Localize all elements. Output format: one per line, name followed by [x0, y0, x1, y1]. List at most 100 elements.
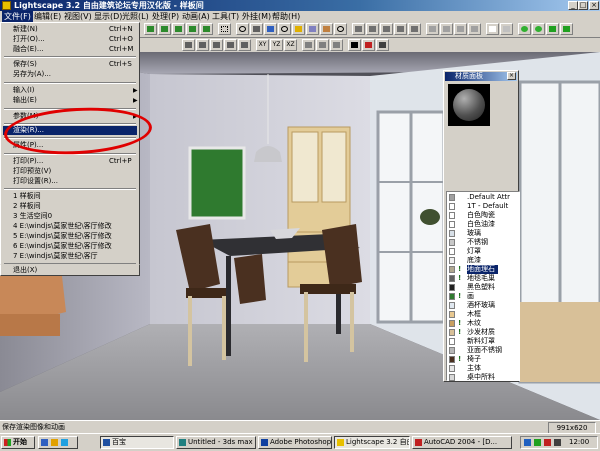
material-item[interactable]: 亚面不锈钢	[448, 346, 518, 355]
materials-panel-titlebar[interactable]: 材质面板 ×	[445, 72, 517, 81]
menu-animation[interactable]: 动画(A)	[180, 11, 212, 22]
menu-item-save[interactable]: 保存(S) Ctrl+S	[3, 60, 137, 69]
align-icon[interactable]	[316, 39, 329, 51]
recent-file-item[interactable]: 7 E:\windjs\莫家世纪\客厅	[3, 252, 137, 261]
green-sphere-icon[interactable]	[518, 23, 531, 35]
task-button[interactable]: Lightscape 3.2 自由...	[334, 436, 410, 449]
task-button[interactable]: 百宝	[100, 436, 174, 449]
zoom-window-icon[interactable]	[278, 23, 291, 35]
scene-tool-icon[interactable]	[320, 23, 333, 35]
menu-item-save-as[interactable]: 另存为(A)...	[3, 70, 137, 79]
zoom-tool-icon[interactable]	[236, 23, 249, 35]
process-tool-icon[interactable]	[454, 23, 467, 35]
maximize-button[interactable]: □	[578, 1, 588, 10]
camera-icon[interactable]	[376, 39, 389, 51]
menu-item-export[interactable]: 输出(E) ▶	[3, 96, 138, 105]
rotate-icon[interactable]	[210, 39, 223, 51]
menu-item-merge[interactable]: 融合(E)... Ctrl+M	[3, 45, 137, 54]
material-item[interactable]: ! 地毯毛巢	[448, 274, 518, 283]
recent-file-item[interactable]: 5 E:\windjs\莫家世纪\客厅修改	[3, 232, 137, 241]
menu-process[interactable]: 处理(P)	[150, 11, 181, 22]
material-item[interactable]: 桌中所料	[448, 373, 518, 382]
cube-tool-icon[interactable]	[144, 23, 157, 35]
tray-icon[interactable]	[544, 439, 551, 446]
render-tool-icon[interactable]	[380, 23, 393, 35]
cube-tool-icon[interactable]	[172, 23, 185, 35]
render-tool-icon[interactable]	[366, 23, 379, 35]
material-item[interactable]: .Default Attr	[448, 193, 518, 202]
ie-icon[interactable]	[61, 439, 68, 446]
material-item[interactable]: ! 沙发材质	[448, 328, 518, 337]
scene-tool-icon[interactable]	[306, 23, 319, 35]
material-item[interactable]: 白色油漆	[448, 220, 518, 229]
wireframe-icon[interactable]	[486, 23, 499, 35]
pan-tool-icon[interactable]	[250, 23, 263, 35]
material-item[interactable]: 底漆	[448, 256, 518, 265]
menu-plugins[interactable]: 外挂(M)	[240, 11, 273, 22]
cube-tool-icon[interactable]	[200, 23, 213, 35]
recent-file-item[interactable]: 1 样板间	[3, 192, 137, 201]
select-tool-icon[interactable]	[218, 23, 231, 35]
material-item[interactable]: 黑色塑料	[448, 283, 518, 292]
tray-icon[interactable]	[524, 439, 531, 446]
process-tool-icon[interactable]	[468, 23, 481, 35]
green-sphere-icon[interactable]	[532, 23, 545, 35]
walk-icon[interactable]	[348, 39, 361, 51]
menu-tools[interactable]: 工具(T)	[210, 11, 241, 22]
material-item[interactable]: 灯罩	[448, 247, 518, 256]
menu-view[interactable]: 视图(V)	[62, 11, 94, 22]
speaker-icon[interactable]	[554, 439, 561, 446]
cube-tool-icon[interactable]	[186, 23, 199, 35]
task-button[interactable]: Untitled - 3ds max ...	[176, 436, 256, 449]
orbit-tool-icon[interactable]	[264, 23, 277, 35]
close-icon[interactable]: ×	[507, 72, 516, 80]
move-icon[interactable]	[196, 39, 209, 51]
render-tool-icon[interactable]	[352, 23, 365, 35]
tray-icon[interactable]	[534, 439, 541, 446]
material-item[interactable]: 白色陶瓷	[448, 211, 518, 220]
rotate-icon[interactable]	[224, 39, 237, 51]
menu-edit[interactable]: 编辑(E)	[32, 11, 63, 22]
menu-item-new[interactable]: 新建(N) Ctrl+N	[3, 25, 137, 34]
light-tool-icon[interactable]	[292, 23, 305, 35]
green-cube-icon[interactable]	[546, 23, 559, 35]
render-tool-icon[interactable]	[408, 23, 421, 35]
align-icon[interactable]	[302, 39, 315, 51]
process-tool-icon[interactable]	[440, 23, 453, 35]
material-item[interactable]: ! 画	[448, 292, 518, 301]
recent-file-item[interactable]: 3 生活空间0	[3, 212, 137, 221]
material-item[interactable]: 酒杯玻璃	[448, 301, 518, 310]
menu-item-print-setup[interactable]: 打印设置(R)...	[3, 177, 137, 186]
material-item[interactable]: 玻璃	[448, 229, 518, 238]
fly-icon[interactable]	[362, 39, 375, 51]
task-button[interactable]: AutoCAD 2004 - [D...	[412, 436, 512, 449]
view-yz-button[interactable]: YZ	[270, 39, 283, 51]
material-item[interactable]: 新料灯罩	[448, 337, 518, 346]
menu-item-open[interactable]: 打开(O)... Ctrl+O	[3, 35, 137, 44]
view-xy-button[interactable]: XY	[256, 39, 269, 51]
move-icon[interactable]	[182, 39, 195, 51]
view-xz-button[interactable]: XZ	[284, 39, 297, 51]
close-button[interactable]: ×	[589, 1, 599, 10]
task-button[interactable]: Adobe Photoshop	[258, 436, 332, 449]
green-cube-icon[interactable]	[560, 23, 573, 35]
recent-file-item[interactable]: 4 E:\windjs\莫家世纪\客厅修改	[3, 222, 137, 231]
material-item[interactable]: 木框	[448, 310, 518, 319]
recent-file-item[interactable]: 2 样板间	[3, 202, 137, 211]
menu-light[interactable]: 光照(L)	[120, 11, 151, 22]
cube-tool-icon[interactable]	[158, 23, 171, 35]
solid-icon[interactable]	[500, 23, 513, 35]
menu-file[interactable]: 文件(F)	[2, 11, 33, 22]
menu-help[interactable]: 帮助(H)	[270, 11, 302, 22]
material-item[interactable]: 主体	[448, 364, 518, 373]
clock[interactable]: 12:00	[569, 437, 589, 448]
folder-icon[interactable]	[51, 439, 58, 446]
minimize-button[interactable]: _	[568, 1, 578, 10]
menu-item-import[interactable]: 输入(I) ▶	[3, 86, 138, 95]
scale-icon[interactable]	[238, 39, 251, 51]
recent-file-item[interactable]: 6 E:\windjs\莫家世纪\客厅修改	[3, 242, 137, 251]
menu-item-print[interactable]: 打印(P)... Ctrl+P	[3, 157, 137, 166]
material-item[interactable]: ! 木纹	[448, 319, 518, 328]
material-item[interactable]: 不锈钢	[448, 238, 518, 247]
align-icon[interactable]	[330, 39, 343, 51]
